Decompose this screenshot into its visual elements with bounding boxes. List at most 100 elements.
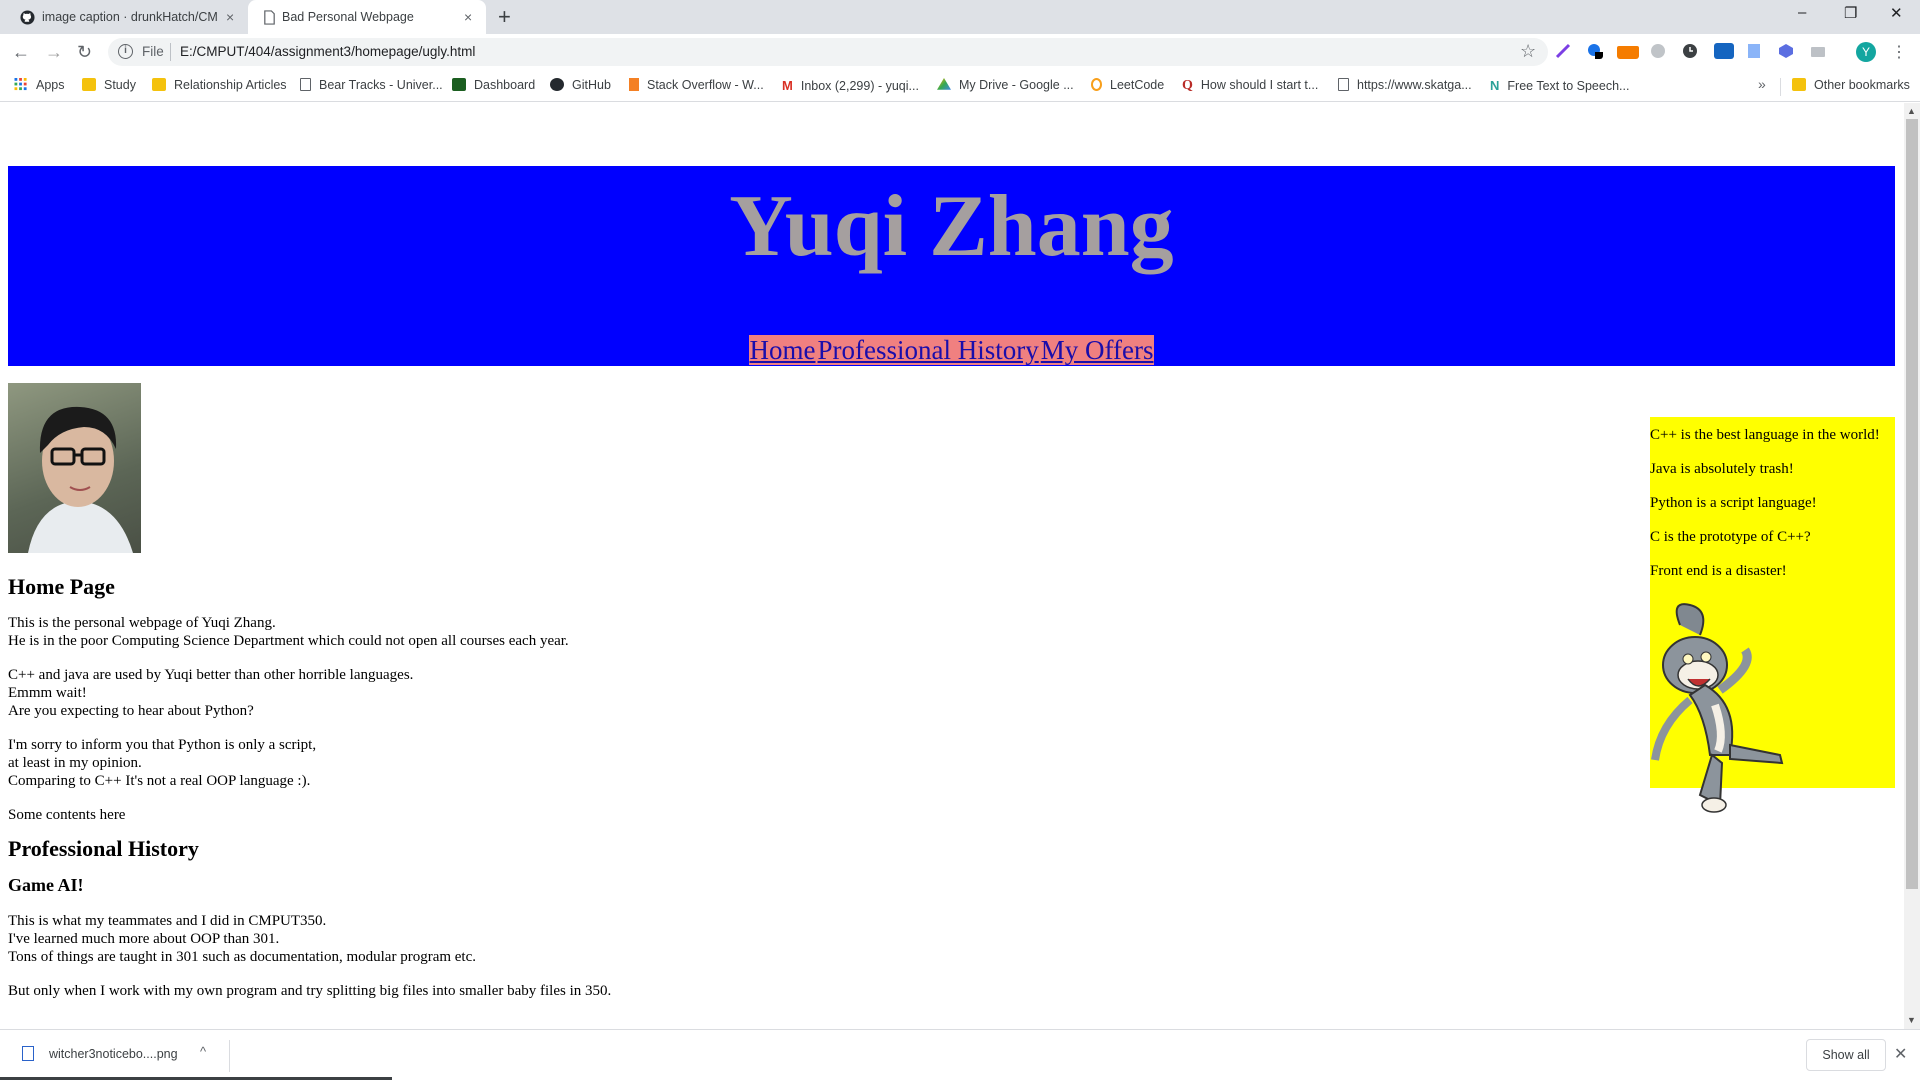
skype-extension-icon[interactable] <box>1650 43 1666 59</box>
home-heading: Home Page <box>8 574 115 599</box>
screenshot-extension-icon[interactable] <box>1714 43 1734 59</box>
clock-extension-icon[interactable] <box>1682 43 1698 59</box>
profile-avatar[interactable]: Y <box>1856 42 1876 62</box>
briefcase-extension-icon[interactable] <box>1810 43 1826 59</box>
sidebar-line: Python is a script language! <box>1650 495 1817 511</box>
forward-button[interactable]: → <box>45 42 63 63</box>
nav-link-my-offers[interactable]: My Offers <box>1039 335 1155 365</box>
info-icon[interactable]: i <box>118 44 133 59</box>
minimize-button[interactable]: – <box>1798 4 1806 21</box>
sidebar-line: C is the prototype of C++? <box>1650 529 1811 545</box>
stackoverflow-icon <box>629 78 639 91</box>
history-heading: Professional History <box>8 836 199 861</box>
bookmark-study[interactable]: Study <box>82 78 136 92</box>
back-button[interactable]: ← <box>12 42 30 63</box>
quora-icon: Q <box>1182 78 1193 93</box>
home-paragraph: Some contents here <box>8 807 126 823</box>
scroll-down-icon[interactable]: ▼ <box>1907 1015 1916 1025</box>
bookmark-my-drive[interactable]: My Drive - Google ... <box>937 78 1074 92</box>
document-extension-icon[interactable] <box>1746 43 1762 59</box>
bookmark-other-bookmarks[interactable]: Other bookmarks <box>1792 78 1910 92</box>
bookmarks-bar: Apps Study Relationship Articles Bear Tr… <box>0 70 1920 102</box>
new-extension-icon[interactable] <box>1617 43 1639 59</box>
page-viewport[interactable]: Yuqi Zhang HomeProfessional HistoryMy Of… <box>0 103 1904 1029</box>
bookmark-stack-overflow[interactable]: Stack Overflow - W... <box>629 78 764 92</box>
history-subheading: Game AI! <box>8 875 84 895</box>
bookmark-text-to-speech[interactable]: N Free Text to Speech... <box>1490 78 1629 93</box>
nav-link-professional-history[interactable]: Professional History <box>816 335 1040 365</box>
graduation-cap-icon <box>452 78 466 91</box>
sidebar-line: Front end is a disaster! <box>1650 563 1787 579</box>
bookmark-skatgames[interactable]: https://www.skatga... <box>1338 78 1472 92</box>
browser-menu-icon[interactable]: ⋮ <box>1891 42 1907 62</box>
home-paragraph: I'm sorry to inform you that Python is o… <box>8 737 317 789</box>
gmail-icon: M <box>782 78 793 93</box>
history-paragraph: But only when I work with my own program… <box>8 983 612 999</box>
scrollbar-thumb[interactable] <box>1906 119 1918 889</box>
home-paragraph: This is the personal webpage of Yuqi Zha… <box>8 615 569 649</box>
portrait-image <box>28 406 133 553</box>
bookmark-quora[interactable]: Q How should I start t... <box>1182 78 1318 94</box>
history-paragraph: This is what my teammates and I did in C… <box>8 913 477 965</box>
page-icon <box>300 78 311 91</box>
vertical-scrollbar[interactable]: ▲ ▼ <box>1904 103 1920 1029</box>
download-divider <box>229 1040 230 1072</box>
sidebar: C++ is the best language in the world! J… <box>1650 417 1895 813</box>
bookmark-bear-tracks[interactable]: Bear Tracks - Univer... <box>300 78 443 92</box>
drive-icon <box>937 78 951 90</box>
folder-icon <box>152 78 166 91</box>
address-bar[interactable]: i File E:/CMPUT/404/assignment3/homepage… <box>108 38 1548 66</box>
apps-grid-icon <box>14 78 27 91</box>
profile-photo <box>8 383 141 553</box>
download-filename[interactable]: witcher3noticebo....png <box>49 1047 178 1061</box>
image-file-icon <box>22 1046 34 1061</box>
bookmark-dashboard[interactable]: Dashboard <box>452 78 535 92</box>
page-icon <box>1338 78 1349 91</box>
speech-icon: N <box>1490 78 1500 93</box>
close-download-bar-icon[interactable]: ✕ <box>1894 1044 1907 1064</box>
bookmark-star-icon[interactable]: ☆ <box>1520 41 1536 62</box>
nav-link-home[interactable]: Home <box>748 335 817 365</box>
folder-icon <box>82 78 96 91</box>
tab-image-caption[interactable]: image caption · drunkHatch/CMP × <box>0 0 248 34</box>
site-header: Yuqi Zhang HomeProfessional HistoryMy Of… <box>8 166 1895 366</box>
site-nav: HomeProfessional HistoryMy Offers <box>8 335 1895 366</box>
tab-bad-personal-webpage[interactable]: Bad Personal Webpage × <box>248 0 486 34</box>
bookmark-leetcode[interactable]: LeetCode <box>1091 78 1164 92</box>
bookmarks-divider <box>1780 78 1781 96</box>
github-icon <box>20 10 35 25</box>
bookmarks-overflow-icon[interactable]: » <box>1758 76 1766 92</box>
cartoon-cat-image <box>1651 603 1784 813</box>
github-icon <box>550 78 564 91</box>
folder-icon <box>1792 78 1806 91</box>
address-divider <box>170 43 171 61</box>
scroll-up-icon[interactable]: ▲ <box>1907 106 1916 116</box>
main-content: Home Page This is the personal webpage o… <box>8 574 1308 1016</box>
page-icon <box>264 10 275 25</box>
bookmark-relationship-articles[interactable]: Relationship Articles <box>152 78 287 92</box>
sidebar-line: C++ is the best language in the world! <box>1650 427 1880 443</box>
pen-extension-icon[interactable] <box>1555 43 1571 59</box>
page-title: Yuqi Zhang <box>729 178 1174 275</box>
address-scheme: File <box>142 44 164 59</box>
maximize-button[interactable]: ❐ <box>1844 4 1857 22</box>
leetcode-icon <box>1091 78 1102 91</box>
tab-title: image caption · drunkHatch/CMP <box>42 10 217 24</box>
address-url[interactable]: E:/CMPUT/404/assignment3/homepage/ugly.h… <box>180 44 475 59</box>
reload-button[interactable]: ↻ <box>77 42 92 63</box>
tab-close-icon[interactable]: × <box>464 9 472 25</box>
new-tab-button[interactable]: + <box>498 4 511 30</box>
tab-close-icon[interactable]: × <box>226 9 234 25</box>
bookmark-inbox[interactable]: M Inbox (2,299) - yuqi... <box>782 78 919 93</box>
download-bar: witcher3noticebo....png ^ Show all ✕ <box>0 1029 1920 1080</box>
window-close-button[interactable]: ✕ <box>1890 4 1903 22</box>
show-all-button[interactable]: Show all <box>1806 1039 1886 1071</box>
tab-strip: image caption · drunkHatch/CMP × Bad Per… <box>0 0 1920 34</box>
tab-title: Bad Personal Webpage <box>282 10 414 24</box>
extension-badge-icon[interactable] <box>1587 43 1603 59</box>
sidebar-line: Java is absolutely trash! <box>1650 461 1794 477</box>
bookmark-apps[interactable]: Apps <box>14 78 65 92</box>
download-options-icon[interactable]: ^ <box>200 1044 206 1059</box>
bookmark-github[interactable]: GitHub <box>550 78 611 92</box>
puzzle-extension-icon[interactable] <box>1778 43 1794 59</box>
